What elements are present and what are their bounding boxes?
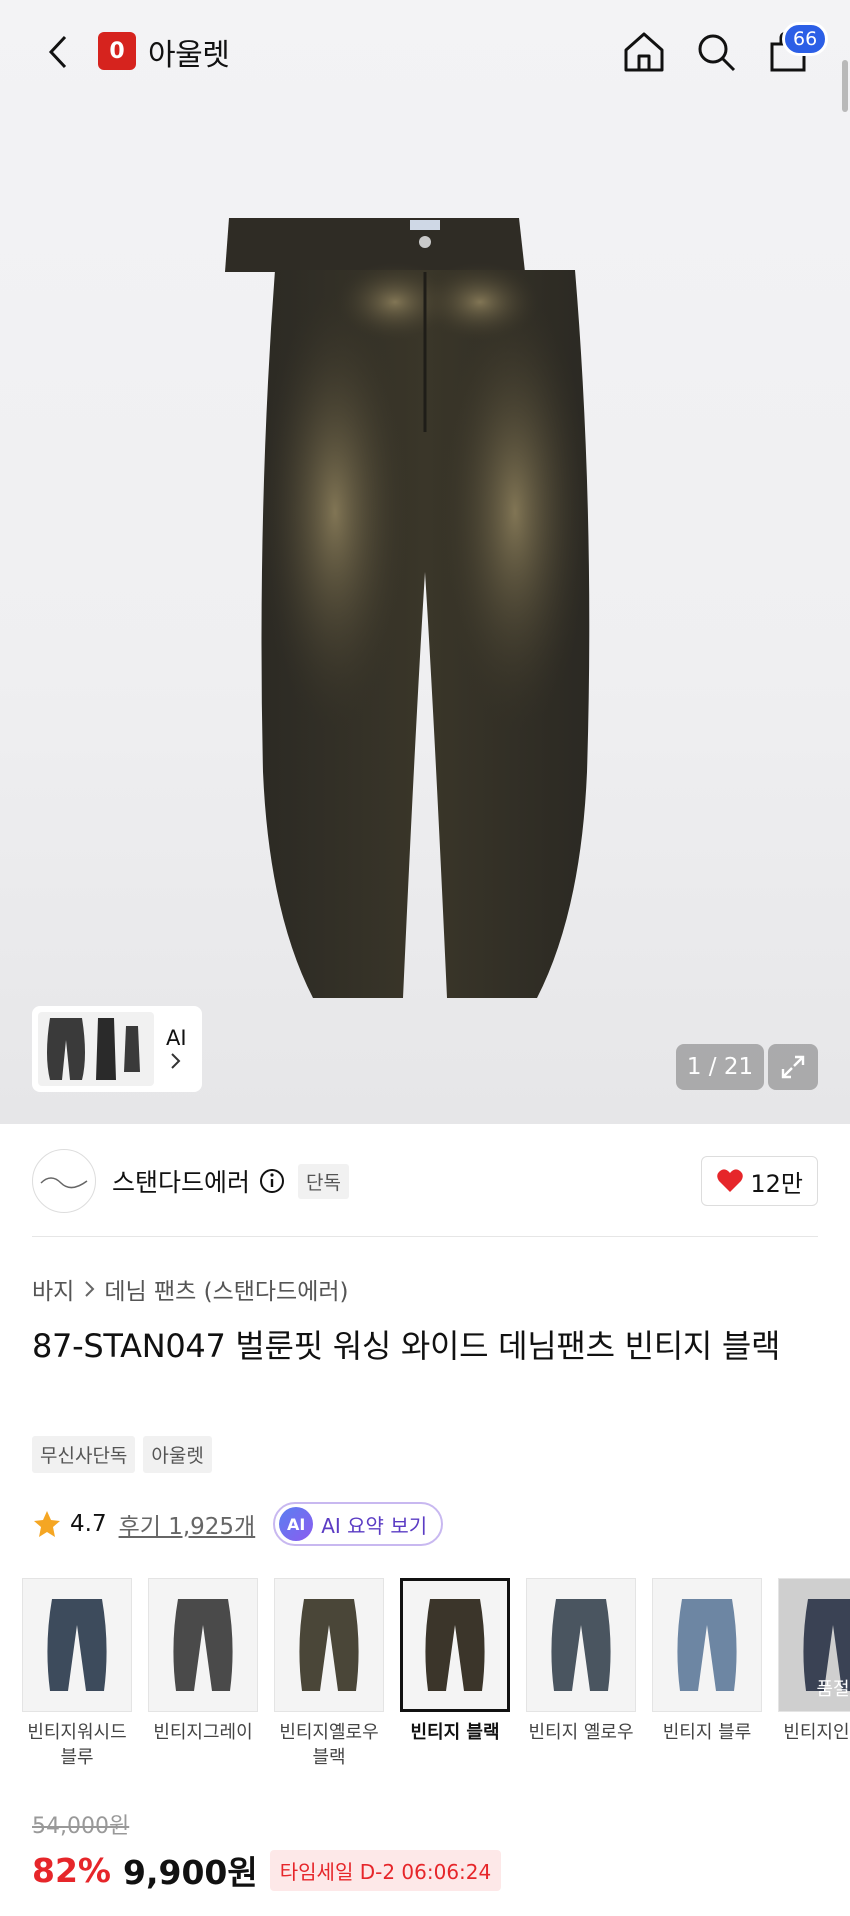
color-option[interactable]: 빈티지 블랙 — [396, 1578, 514, 1774]
back-button[interactable] — [38, 30, 78, 74]
color-options: 빈티지워시드 블루 빈티지그레이 빈티지옐로우 블랙 빈티지 블랙 빈티지 옐로우 빈티지… — [18, 1578, 850, 1774]
jeans-swatch-icon — [425, 1599, 485, 1691]
ai-label: AI — [166, 1026, 187, 1072]
expand-button[interactable] — [768, 1044, 818, 1090]
back-chevron-icon — [48, 35, 67, 69]
color-option-image — [22, 1578, 132, 1712]
color-option[interactable]: 품절빈티지인디고 — [774, 1578, 850, 1774]
like-button[interactable]: 12만 — [701, 1156, 818, 1206]
store-row: 스탠다드에러 단독 12만 — [32, 1148, 818, 1214]
color-option-image — [400, 1578, 510, 1712]
home-icon — [624, 32, 664, 72]
chevron-right-icon — [85, 1281, 95, 1297]
outlet-logo[interactable]: 0 — [98, 32, 136, 70]
timesale-badge: 타임세일 D-2 06:06:24 — [269, 1849, 502, 1891]
review-link[interactable]: 후기 1,925개 — [119, 1507, 256, 1541]
color-option-label: 빈티지워시드 블루 — [27, 1722, 127, 1768]
exclusive-tag: 단독 — [298, 1163, 349, 1199]
color-option[interactable]: 빈티지옐로우 블랙 — [270, 1578, 388, 1774]
color-option-label: 빈티지 블랙 — [410, 1722, 500, 1743]
jeans-swatch-icon — [551, 1599, 611, 1691]
breadcrumb: 바지 데님 팬츠 (스탠다드에러) — [32, 1272, 349, 1306]
thumb-jeans-1 — [47, 1018, 85, 1080]
color-option-label: 빈티지그레이 — [153, 1722, 253, 1743]
product-title: 87-STAN047 벌룬핏 워싱 와이드 데님팬츠 빈티지 블랙 — [32, 1327, 781, 1365]
color-option-image — [652, 1578, 762, 1712]
color-option[interactable]: 빈티지 블루 — [648, 1578, 766, 1774]
rating-row: 4.7 후기 1,925개 AI AI 요약 보기 — [32, 1502, 444, 1546]
color-option-label: 빈티지인디고 — [783, 1722, 850, 1743]
product-tags: 무신사단독 아울렛 — [32, 1436, 212, 1473]
soldout-label: 품절 — [816, 1679, 850, 1700]
color-option[interactable]: 빈티지워시드 블루 — [18, 1578, 136, 1774]
jeans-swatch-icon — [47, 1599, 107, 1691]
brand-title[interactable]: 아울렛 — [148, 30, 230, 74]
discount-rate: 82% — [32, 1850, 111, 1890]
breadcrumb-category[interactable]: 바지 — [32, 1272, 74, 1306]
color-option-label: 빈티지 블루 — [662, 1722, 752, 1743]
color-option[interactable]: 빈티지그레이 — [144, 1578, 262, 1774]
color-option[interactable]: 빈티지 옐로우 — [522, 1578, 640, 1774]
info-icon[interactable] — [258, 1167, 286, 1195]
thumbnail-images — [38, 1012, 154, 1086]
thumb-jeans-2 — [96, 1018, 116, 1080]
jeans-swatch-icon — [173, 1599, 233, 1691]
final-price: 9,900원 — [123, 1853, 258, 1892]
color-option-image — [526, 1578, 636, 1712]
divider — [32, 1236, 818, 1237]
color-option-image — [274, 1578, 384, 1712]
top-app-bar: 0 아울렛 66 — [0, 0, 850, 104]
jeans-swatch-icon — [299, 1599, 359, 1691]
color-option-label: 빈티지옐로우 블랙 — [279, 1722, 379, 1768]
thumb-jeans-3 — [124, 1026, 140, 1072]
product-image-gallery[interactable]: AI 1 / 21 — [0, 0, 850, 1124]
color-option-image: 품절 — [778, 1578, 850, 1712]
jeans-swatch-icon — [677, 1599, 737, 1691]
store-logo-icon — [40, 1177, 88, 1189]
like-count: 12만 — [750, 1169, 803, 1198]
store-name[interactable]: 스탠다드에러 — [112, 1163, 250, 1199]
search-icon — [698, 34, 736, 72]
home-button[interactable] — [618, 26, 670, 78]
ai-thumbnail-card[interactable]: AI — [32, 1006, 202, 1092]
star-icon — [34, 1511, 60, 1537]
cart-count-badge: 66 — [782, 22, 829, 56]
ai-summary-button[interactable]: AI AI 요약 보기 — [273, 1502, 444, 1546]
product-image-jeans — [225, 218, 590, 998]
price-row: 82% 9,900원 타임세일 D-2 06:06:24 — [32, 1846, 502, 1894]
tag-outlet: 아울렛 — [143, 1436, 212, 1473]
tag-musinsa-exclusive: 무신사단독 — [32, 1436, 136, 1473]
heart-icon — [717, 1169, 744, 1192]
search-button[interactable] — [690, 26, 742, 78]
ai-badge-icon: AI — [279, 1507, 314, 1541]
rating-value: 4.7 — [70, 1511, 107, 1537]
original-price: 54,000원 — [32, 1814, 130, 1839]
breadcrumb-subcategory[interactable]: 데님 팬츠 (스탠다드에러) — [104, 1272, 348, 1306]
image-counter: 1 / 21 — [676, 1044, 764, 1090]
ai-summary-label: AI 요약 보기 — [321, 1513, 428, 1538]
expand-icon — [781, 1055, 805, 1079]
store-avatar[interactable] — [32, 1149, 96, 1213]
chevron-right-icon — [171, 1053, 181, 1069]
color-option-label: 빈티지 옐로우 — [528, 1722, 634, 1743]
color-option-image — [148, 1578, 258, 1712]
